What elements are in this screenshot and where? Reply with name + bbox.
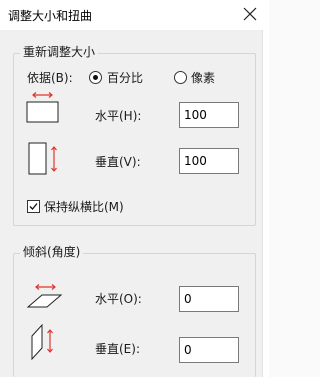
skew-horizontal-icon bbox=[26, 284, 63, 308]
window-edge bbox=[262, 30, 269, 377]
resize-horizontal-icon bbox=[26, 92, 59, 123]
keep-ratio-label[interactable]: 保持纵横比(M) bbox=[44, 200, 124, 214]
skew-horizontal-input[interactable]: 0 bbox=[179, 286, 239, 312]
title-bar: 调整大小和扭曲 bbox=[0, 0, 269, 30]
skew-horizontal-label: 水平(O): bbox=[95, 292, 142, 306]
radio-selected-dot bbox=[93, 75, 98, 80]
resize-by-label: 依据(B): bbox=[27, 71, 73, 85]
resize-horizontal-input[interactable]: 100 bbox=[179, 102, 239, 128]
skew-vertical-input[interactable]: 0 bbox=[179, 337, 239, 363]
close-icon[interactable] bbox=[238, 2, 262, 26]
pixels-radio[interactable] bbox=[174, 71, 187, 84]
checkmark-icon bbox=[29, 203, 38, 210]
skew-vertical-icon bbox=[31, 323, 53, 361]
skew-group-legend: 倾斜(角度) bbox=[20, 245, 84, 259]
resize-vertical-icon bbox=[28, 142, 57, 175]
resize-vertical-label: 垂直(V): bbox=[95, 155, 141, 169]
skew-vertical-label: 垂直(E): bbox=[95, 342, 140, 356]
resize-horizontal-label: 水平(H): bbox=[95, 109, 142, 123]
resize-vertical-input[interactable]: 100 bbox=[179, 148, 239, 174]
keep-ratio-checkbox[interactable] bbox=[27, 200, 40, 213]
percent-label[interactable]: 百分比 bbox=[107, 71, 143, 85]
pixels-label[interactable]: 像素 bbox=[191, 71, 215, 85]
window-title: 调整大小和扭曲 bbox=[8, 9, 93, 23]
resize-group-legend: 重新调整大小 bbox=[20, 45, 99, 59]
percent-radio[interactable] bbox=[89, 71, 102, 84]
